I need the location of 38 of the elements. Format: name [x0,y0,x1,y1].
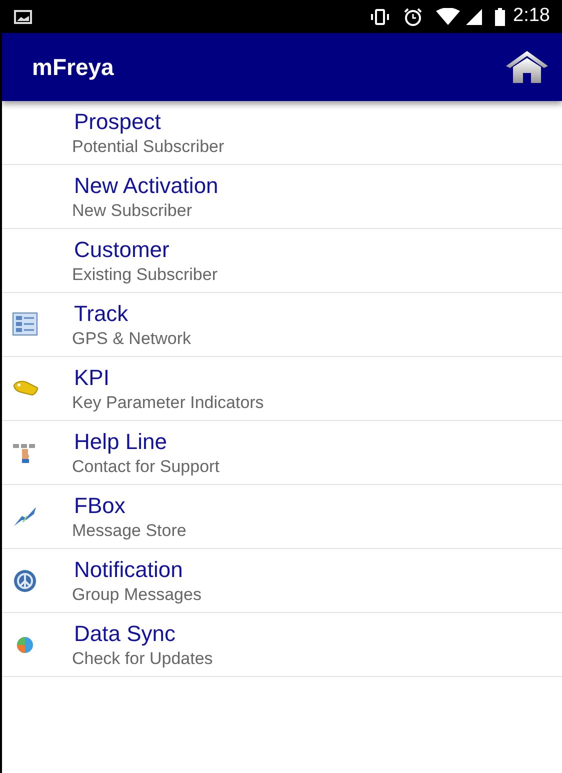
home-icon[interactable] [504,49,550,85]
menu-item-subtitle: Group Messages [72,584,202,606]
menu-item[interactable]: New Activation New Subscriber [2,165,562,229]
alarm-clock-icon [403,6,424,26]
menu-item[interactable]: KPI Key Parameter Indicators [2,357,562,421]
menu-item[interactable]: Customer Existing Subscriber [2,229,562,293]
menu-item-title: Track [73,300,128,328]
menu-item-subtitle: Check for Updates [72,648,213,670]
menu-item-title: KPI [73,364,110,392]
menu-item-subtitle: Existing Subscriber [72,264,218,286]
menu-item-title: Notification [73,556,183,584]
vibrate-icon [369,8,392,26]
peace-sign-icon [12,568,38,594]
menu-item[interactable]: Notification Group Messages [2,549,562,613]
menu-item-title: FBox [73,492,126,520]
battery-icon [495,8,506,26]
menu-item[interactable]: Data Sync Check for Updates [2,613,562,677]
menu-item-subtitle: GPS & Network [72,328,192,350]
menu-item-subtitle: Potential Subscriber [72,136,224,158]
image-notification-icon [14,10,32,24]
status-time: 2:18 [513,4,550,28]
menu-item-title: Prospect [73,108,161,136]
menu-item-title: Data Sync [73,620,176,648]
menu-item-title: New Activation [73,172,218,200]
menu-item[interactable]: Track GPS & Network [2,293,562,357]
menu-item-title: Customer [73,236,170,264]
menu-item-title: Help Line [73,428,167,456]
menu-item-subtitle: Message Store [72,520,186,542]
menu-item-subtitle: New Subscriber [72,200,192,222]
list-icon [12,312,38,338]
wifi-icon [435,8,462,26]
menu-item-subtitle: Contact for Support [72,456,220,478]
menu-item[interactable]: Help Line Contact for Support [2,421,562,485]
menu-item-subtitle: Key Parameter Indicators [72,392,264,414]
app-title: mFreya [32,52,115,82]
menu-item[interactable]: FBox Message Store [2,485,562,549]
menu-item[interactable]: Prospect Potential Subscriber [2,101,562,165]
signal-icon [465,8,484,26]
